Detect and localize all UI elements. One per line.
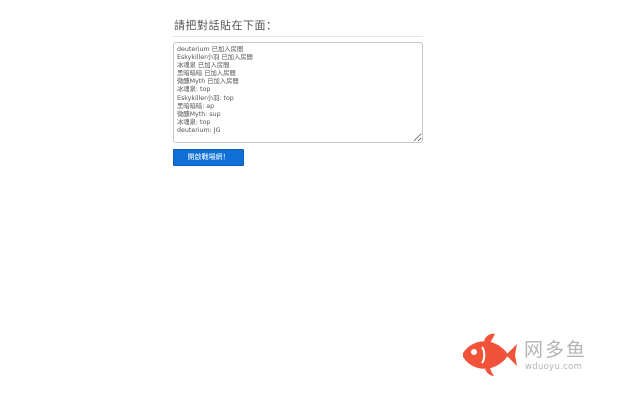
chat-log-textarea[interactable] [173, 42, 423, 143]
fish-logo-shape [463, 333, 517, 376]
title-divider [173, 36, 423, 37]
fish-logo-icon [463, 333, 517, 376]
fish-eye [471, 349, 477, 355]
watermark-name: 网多鱼 [524, 339, 588, 361]
paste-chat-panel: 請把對話貼在下面： 開啟戰場網！ [173, 18, 423, 166]
start-button[interactable]: 開啟戰場網！ [173, 149, 244, 166]
site-watermark: 网多鱼 wduoyu.com [460, 330, 610, 380]
paste-instruction-title: 請把對話貼在下面： [174, 19, 278, 32]
watermark-url: wduoyu.com [525, 362, 583, 372]
